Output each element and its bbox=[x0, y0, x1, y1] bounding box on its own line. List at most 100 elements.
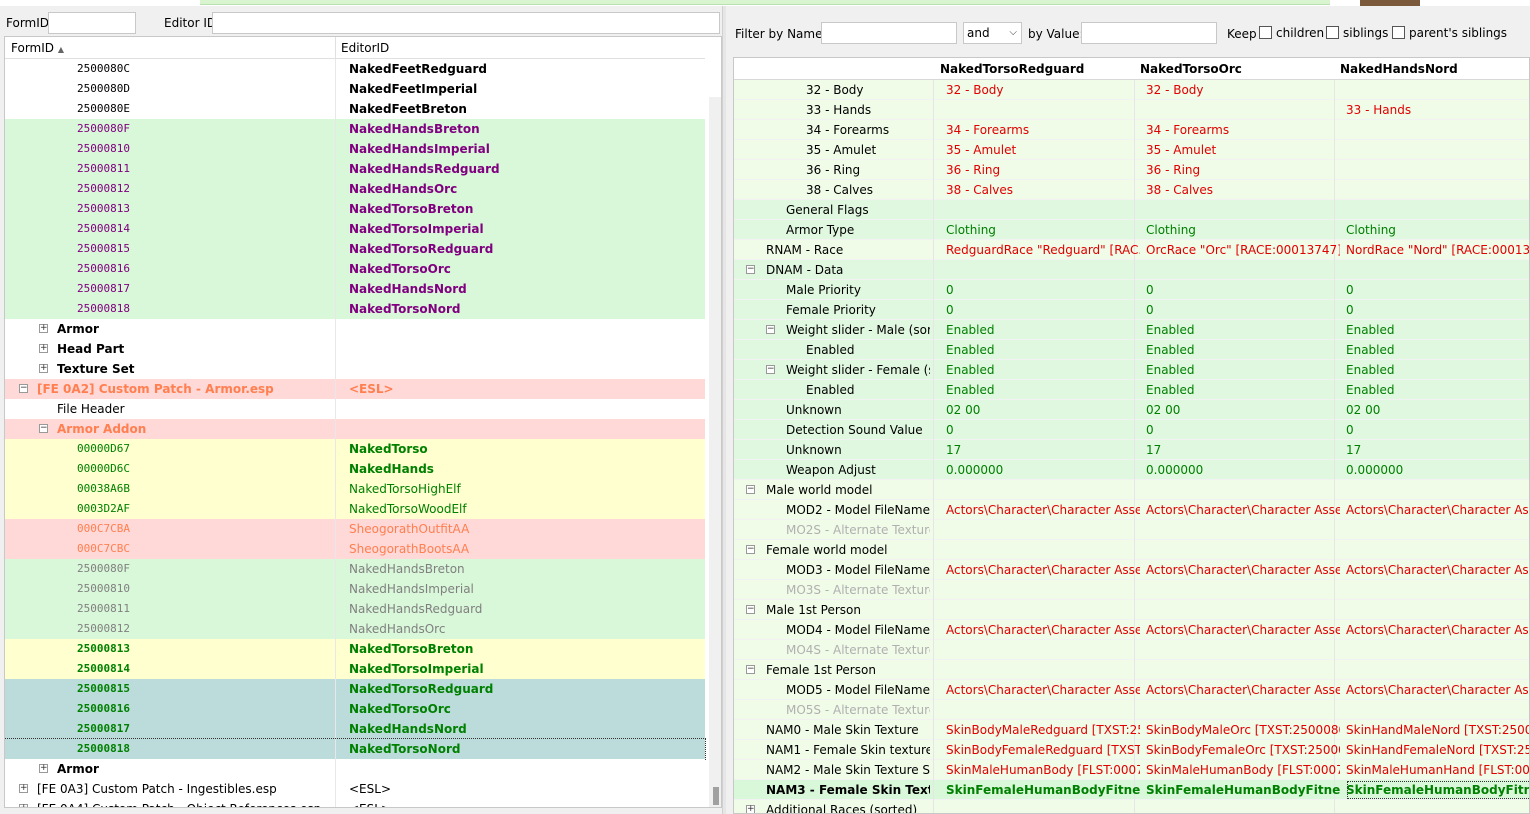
value-cell[interactable]: 34 - Forearms bbox=[1146, 120, 1340, 140]
checkbox-box[interactable] bbox=[1392, 26, 1405, 39]
col-header-3[interactable]: NakedHandsNord bbox=[1340, 62, 1458, 76]
compare-row[interactable]: − Female world model bbox=[734, 540, 1529, 560]
value-cell[interactable]: 34 - Forearms bbox=[946, 120, 1140, 140]
tree-row[interactable]: 00000D67 NakedTorso bbox=[5, 439, 705, 459]
tree-row[interactable]: 25000816 NakedTorsoOrc bbox=[5, 699, 705, 719]
siblings-checkbox[interactable]: siblings bbox=[1326, 26, 1388, 40]
compare-row[interactable]: − Weight slider - Male (sort... Enabled Ena… bbox=[734, 320, 1529, 340]
compare-row[interactable]: Male Priority 0 0 0 bbox=[734, 280, 1529, 300]
tree-row[interactable]: 25000811 NakedHandsRedguard bbox=[5, 159, 705, 179]
value-cell[interactable]: SkinHandMaleNord [TXST:25000... bbox=[1346, 720, 1529, 740]
compare-row[interactable]: 33 - Hands 33 - Hands bbox=[734, 100, 1529, 120]
compare-row[interactable]: MOD5 - Model FileName Actors\Character\Ch… bbox=[734, 680, 1529, 700]
value-cell[interactable]: 0.000000 bbox=[1146, 460, 1340, 480]
value-cell[interactable]: Actors\Character\Character Asse... bbox=[946, 560, 1140, 580]
compare-row[interactable]: NAM3 - Female Skin Textu... SkinFemaleHum… bbox=[734, 780, 1529, 800]
compare-row[interactable]: − Male 1st Person bbox=[734, 600, 1529, 620]
formid-filter-input[interactable] bbox=[48, 12, 136, 34]
value-cell[interactable]: 36 - Ring bbox=[1146, 160, 1340, 180]
value-cell[interactable]: OrcRace "Orc" [RACE:00013747] bbox=[1146, 240, 1340, 260]
tree-row[interactable]: 25000813 NakedTorsoBreton bbox=[5, 639, 705, 659]
value-cell[interactable]: SkinMaleHumanHand [FLST:000... bbox=[1346, 760, 1529, 780]
compare-row[interactable]: Unknown 02 00 02 00 02 00 bbox=[734, 400, 1529, 420]
compare-row[interactable]: 34 - Forearms 34 - Forearms 34 - Forearms bbox=[734, 120, 1529, 140]
value-cell[interactable]: 35 - Amulet bbox=[946, 140, 1140, 160]
value-cell[interactable]: 0 bbox=[946, 300, 1140, 320]
value-cell[interactable]: 17 bbox=[1146, 440, 1340, 460]
collapse-icon[interactable]: − bbox=[766, 365, 775, 374]
record-compare-grid[interactable]: NakedTorsoRedguard NakedTorsoOrc NakedHa… bbox=[733, 57, 1530, 814]
scroll-thumb[interactable] bbox=[713, 787, 719, 805]
compare-row[interactable]: General Flags bbox=[734, 200, 1529, 220]
value-cell[interactable]: Enabled bbox=[1346, 360, 1529, 380]
compare-row[interactable]: Female Priority 0 0 0 bbox=[734, 300, 1529, 320]
expand-icon[interactable]: + bbox=[746, 805, 755, 813]
compare-row[interactable]: MOD2 - Model FileName Actors\Character\Ch… bbox=[734, 500, 1529, 520]
tree-row[interactable]: 25000818 NakedTorsoNord bbox=[5, 299, 705, 319]
value-cell[interactable]: Enabled bbox=[1146, 340, 1340, 360]
tree-row[interactable]: File Header bbox=[5, 399, 705, 419]
value-cell[interactable]: SkinFemaleHumanBodyFitness ... bbox=[946, 780, 1140, 800]
value-cell[interactable]: SkinFemaleHumanBodyFitness ... bbox=[1346, 780, 1529, 800]
compare-row[interactable]: − Female 1st Person bbox=[734, 660, 1529, 680]
children-checkbox[interactable]: children bbox=[1259, 26, 1324, 40]
compare-row[interactable]: Enabled Enabled Enabled Enabled bbox=[734, 380, 1529, 400]
value-cell[interactable]: NordRace "Nord" [RACE:0001374... bbox=[1346, 240, 1529, 260]
compare-row[interactable]: Weapon Adjust 0.000000 0.000000 0.000000 bbox=[734, 460, 1529, 480]
tree-row[interactable]: 2500080C NakedFeetRedguard bbox=[5, 59, 705, 79]
compare-row[interactable]: MOD3 - Model FileName Actors\Character\Ch… bbox=[734, 560, 1529, 580]
compare-row[interactable]: MOD4 - Model FileName Actors\Character\Ch… bbox=[734, 620, 1529, 640]
tree-row[interactable]: 25000817 NakedHandsNord bbox=[5, 279, 705, 299]
checkbox-box[interactable] bbox=[1326, 26, 1339, 39]
tree-row[interactable]: 25000813 NakedTorsoBreton bbox=[5, 199, 705, 219]
collapse-icon[interactable]: − bbox=[746, 665, 755, 674]
value-cell[interactable]: 02 00 bbox=[946, 400, 1140, 420]
tree-vertical-scrollbar[interactable] bbox=[709, 97, 721, 807]
record-tree[interactable]: FormID ▲ EditorID 2500080C NakedFeetRedgu… bbox=[4, 36, 722, 808]
tree-row[interactable]: + [FE 0A4] Custom Patch - Object Referenc… bbox=[5, 799, 705, 807]
value-cell[interactable]: 0 bbox=[1346, 420, 1529, 440]
value-cell[interactable]: 0 bbox=[946, 280, 1140, 300]
value-cell[interactable]: Actors\Character\Character Asse... bbox=[1346, 680, 1529, 700]
expand-icon[interactable]: + bbox=[39, 344, 48, 353]
value-cell[interactable]: Clothing bbox=[1346, 220, 1529, 240]
compare-row[interactable]: + Additional Races (sorted) bbox=[734, 800, 1529, 813]
value-cell[interactable]: 0.000000 bbox=[1346, 460, 1529, 480]
value-cell[interactable]: Enabled bbox=[946, 360, 1140, 380]
value-cell[interactable]: 33 - Hands bbox=[1346, 100, 1529, 120]
col-header-1[interactable]: NakedTorsoRedguard bbox=[940, 62, 1084, 76]
value-cell[interactable]: SkinBodyFemaleOrc [TXST:25000... bbox=[1146, 740, 1340, 760]
compare-row[interactable]: Enabled Enabled Enabled Enabled bbox=[734, 340, 1529, 360]
value-cell[interactable]: Actors\Character\Character Asse... bbox=[946, 500, 1140, 520]
collapse-icon[interactable]: − bbox=[39, 424, 48, 433]
value-cell[interactable]: 02 00 bbox=[1346, 400, 1529, 420]
tree-row[interactable]: + Head Part bbox=[5, 339, 705, 359]
tree-row[interactable]: 25000811 NakedHandsRedguard bbox=[5, 599, 705, 619]
expand-icon[interactable]: + bbox=[19, 804, 28, 807]
compare-row[interactable]: RNAM - Race RedguardRace "Redguard" [RAC.… bbox=[734, 240, 1529, 260]
col-editorid-header[interactable]: EditorID bbox=[341, 41, 389, 55]
tree-row[interactable]: 25000815 NakedTorsoRedguard bbox=[5, 239, 705, 259]
tree-row[interactable]: 25000812 NakedHandsOrc bbox=[5, 619, 705, 639]
value-cell[interactable]: Enabled bbox=[1346, 380, 1529, 400]
value-cell[interactable]: Actors\Character\Character Asse... bbox=[1346, 620, 1529, 640]
value-cell[interactable]: 36 - Ring bbox=[946, 160, 1140, 180]
compare-row[interactable]: 35 - Amulet 35 - Amulet 35 - Amulet bbox=[734, 140, 1529, 160]
tree-row[interactable]: − [FE 0A2] Custom Patch - Armor.esp <ESL> bbox=[5, 379, 705, 399]
value-cell[interactable]: 0 bbox=[1346, 300, 1529, 320]
value-cell[interactable]: Enabled bbox=[1346, 320, 1529, 340]
value-cell[interactable]: Enabled bbox=[1146, 320, 1340, 340]
compare-row[interactable]: MO4S - Alternate Textures bbox=[734, 640, 1529, 660]
collapse-icon[interactable]: − bbox=[746, 485, 755, 494]
tree-row[interactable]: + Armor bbox=[5, 319, 705, 339]
value-cell[interactable]: Actors\Character\Character Asse... bbox=[946, 620, 1140, 640]
tree-row[interactable]: 25000810 NakedHandsImperial bbox=[5, 579, 705, 599]
checkbox-box[interactable] bbox=[1259, 26, 1272, 39]
tree-row[interactable]: 000C7CBC SheogorathBootsAA bbox=[5, 539, 705, 559]
value-cell[interactable]: 0 bbox=[946, 420, 1140, 440]
compare-row[interactable]: Unknown 17 17 17 bbox=[734, 440, 1529, 460]
tree-row[interactable]: 25000818 NakedTorsoNord bbox=[5, 738, 706, 760]
tree-row[interactable]: + Texture Set bbox=[5, 359, 705, 379]
value-cell[interactable]: 0 bbox=[1346, 280, 1529, 300]
compare-row[interactable]: NAM1 - Female Skin texture SkinBodyFemale… bbox=[734, 740, 1529, 760]
